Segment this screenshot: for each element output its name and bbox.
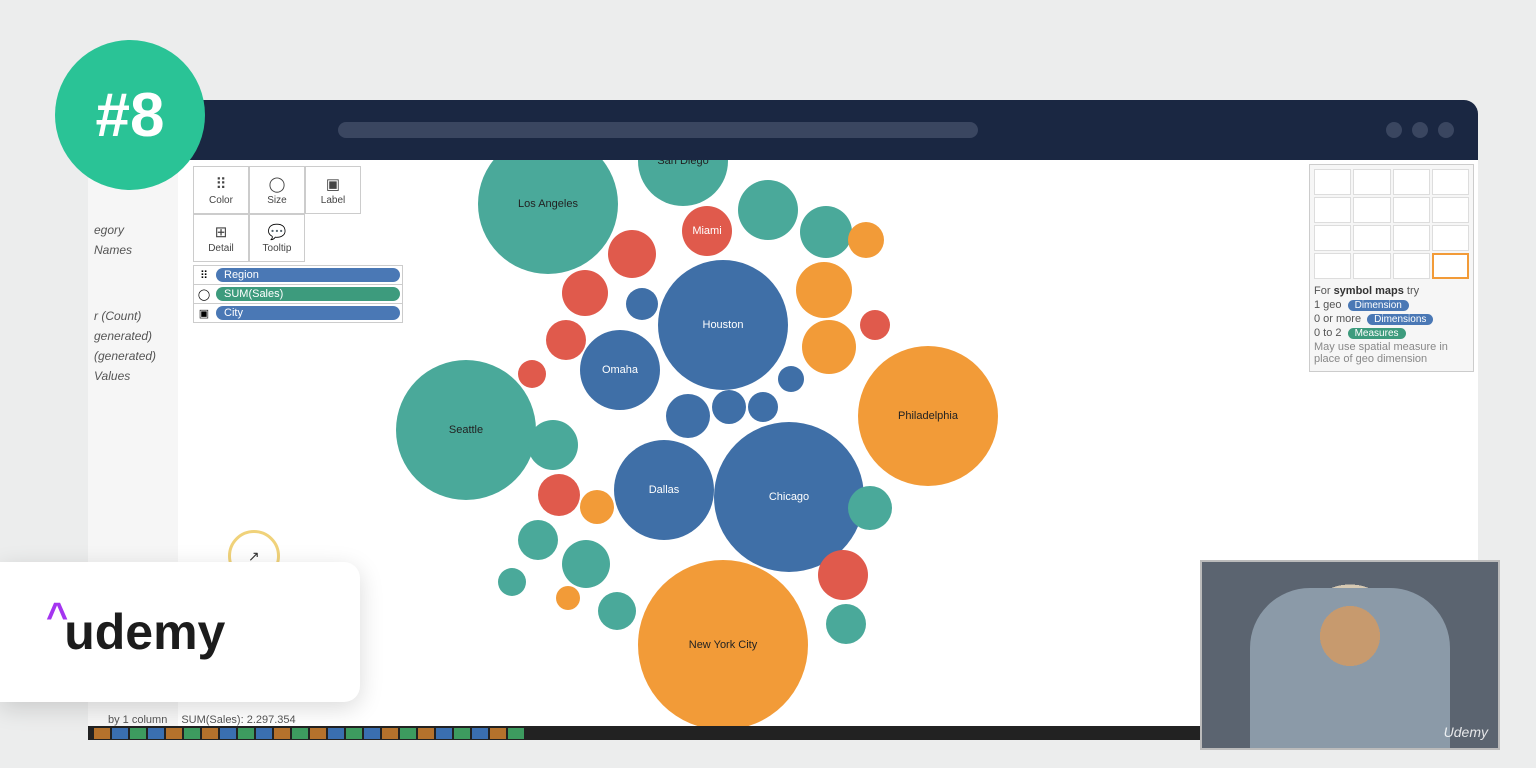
showme-req: 0 or more Dimensions — [1314, 313, 1469, 325]
bubble[interactable] — [802, 320, 856, 374]
showme-title: For symbol maps try — [1314, 285, 1469, 297]
chart-type[interactable] — [1353, 225, 1390, 251]
chart-type[interactable] — [1393, 225, 1430, 251]
chart-type-packed-bubbles[interactable] — [1432, 253, 1469, 279]
chart-type[interactable] — [1314, 225, 1351, 251]
bubble-phi[interactable]: Philadelphia — [858, 346, 998, 486]
bubble-mia[interactable]: Miami — [682, 206, 732, 256]
chart-type[interactable] — [1432, 197, 1469, 223]
browser-titlebar — [88, 100, 1478, 160]
chart-type[interactable] — [1393, 169, 1430, 195]
bubble[interactable] — [848, 222, 884, 258]
bubble[interactable] — [546, 320, 586, 360]
data-item[interactable]: r (Count) — [88, 306, 178, 326]
webcam-watermark: Udemy — [1444, 724, 1488, 740]
marks-color[interactable]: ⠿Color — [193, 166, 249, 214]
data-item[interactable]: egory — [88, 220, 178, 240]
window-dot[interactable] — [1438, 122, 1454, 138]
chart-type[interactable] — [1353, 169, 1390, 195]
data-item[interactable]: (generated) — [88, 346, 178, 366]
bubble[interactable] — [860, 310, 890, 340]
data-item[interactable]: generated) — [88, 326, 178, 346]
chart-type[interactable] — [1353, 197, 1390, 223]
viz-canvas[interactable]: Los Angeles San Diego Miami Houston Omah… — [348, 160, 1298, 720]
bubble[interactable] — [518, 520, 558, 560]
bubble[interactable] — [826, 604, 866, 644]
udemy-text: udemy — [64, 603, 225, 661]
bubble-hou[interactable]: Houston — [658, 260, 788, 390]
marks-tooltip[interactable]: 💬Tooltip — [249, 214, 305, 262]
bubble[interactable] — [748, 392, 778, 422]
bubble[interactable] — [778, 366, 804, 392]
data-item[interactable]: Values — [88, 366, 178, 386]
chart-type[interactable] — [1432, 169, 1469, 195]
rank-badge: #8 — [55, 40, 205, 190]
status-left: by 1 column — [108, 714, 167, 726]
bubble-dal[interactable]: Dallas — [614, 440, 714, 540]
chart-type[interactable] — [1353, 253, 1390, 279]
status-right: SUM(Sales): 2.297.354 — [181, 714, 295, 726]
instructor-webcam: Udemy — [1200, 560, 1500, 750]
bubble-nyc[interactable]: New York City — [638, 560, 808, 730]
bubble-la[interactable]: Los Angeles — [478, 160, 618, 274]
chart-type-grid — [1314, 169, 1469, 279]
bubble[interactable] — [498, 568, 526, 596]
bubble[interactable] — [562, 270, 608, 316]
bubble[interactable] — [556, 586, 580, 610]
marks-detail[interactable]: ⊞Detail — [193, 214, 249, 262]
bubble[interactable] — [580, 490, 614, 524]
bubble[interactable] — [518, 360, 546, 388]
chart-type[interactable] — [1393, 253, 1430, 279]
window-controls — [1386, 122, 1454, 138]
showme-req: 0 to 2 Measures — [1314, 327, 1469, 339]
tooltip-icon: 💬 — [268, 223, 286, 241]
chart-type[interactable] — [1314, 197, 1351, 223]
window-dot[interactable] — [1386, 122, 1402, 138]
label-icon: ▣ — [194, 307, 214, 320]
bubble[interactable] — [666, 394, 710, 438]
bubble[interactable] — [598, 592, 636, 630]
marks-size[interactable]: ◯Size — [249, 166, 305, 214]
bubble-sd[interactable]: San Diego — [638, 160, 728, 206]
size-icon: ◯ — [194, 288, 214, 301]
bubble-oma[interactable]: Omaha — [580, 330, 660, 410]
color-icon: ⠿ — [212, 175, 230, 193]
bubble[interactable] — [608, 230, 656, 278]
udemy-hat-icon: ^ — [46, 610, 68, 625]
showme-note: May use spatial measure in place of geo … — [1314, 341, 1469, 365]
window-dot[interactable] — [1412, 122, 1428, 138]
bubble[interactable] — [738, 180, 798, 240]
detail-icon: ⊞ — [212, 223, 230, 241]
bubble[interactable] — [712, 390, 746, 424]
brand-card: ^ udemy — [0, 562, 360, 702]
label-icon: ▣ — [324, 175, 342, 193]
bubble[interactable] — [538, 474, 580, 516]
address-bar[interactable] — [338, 122, 978, 138]
bubble[interactable] — [796, 262, 852, 318]
bubble[interactable] — [848, 486, 892, 530]
bubble[interactable] — [528, 420, 578, 470]
chart-type[interactable] — [1432, 225, 1469, 251]
bubble[interactable] — [818, 550, 868, 600]
show-me-panel[interactable]: For symbol maps try 1 geo Dimension 0 or… — [1309, 164, 1474, 372]
chart-type[interactable] — [1314, 253, 1351, 279]
bubble[interactable] — [800, 206, 852, 258]
bubble[interactable] — [562, 540, 610, 588]
chart-type[interactable] — [1314, 169, 1351, 195]
bubble[interactable] — [626, 288, 658, 320]
udemy-logo: ^ udemy — [46, 603, 225, 661]
size-icon: ◯ — [268, 175, 286, 193]
data-item[interactable]: Names — [88, 240, 178, 260]
color-icon: ⠿ — [194, 269, 214, 282]
person-silhouette — [1250, 588, 1450, 748]
bubble-sea[interactable]: Seattle — [396, 360, 536, 500]
showme-req: 1 geo Dimension — [1314, 299, 1469, 311]
chart-type[interactable] — [1393, 197, 1430, 223]
status-bar: by 1 column SUM(Sales): 2.297.354 — [88, 714, 296, 726]
